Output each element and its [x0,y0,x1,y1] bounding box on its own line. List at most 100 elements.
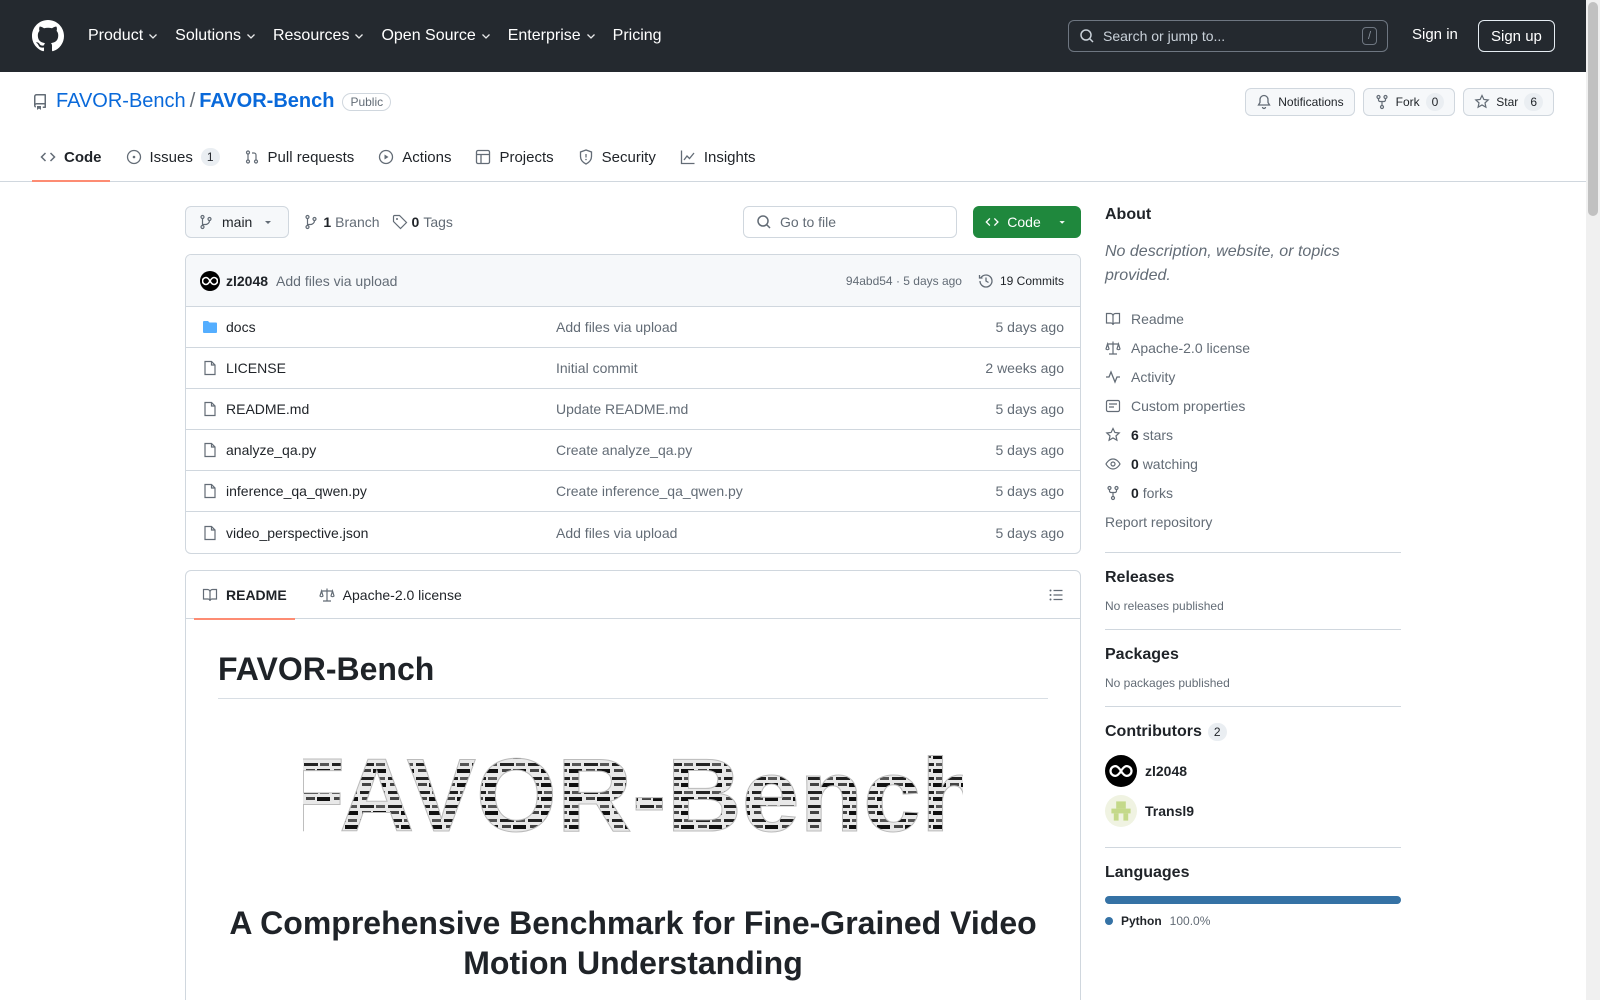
report-repository-link[interactable]: Report repository [1105,507,1401,536]
branch-select-button[interactable]: main [185,206,290,238]
packages-heading[interactable]: Packages [1105,646,1401,664]
stars-link[interactable]: 6 stars [1105,420,1401,449]
notifications-button[interactable]: Notifications [1245,88,1355,116]
file-name[interactable]: LICENSE [226,360,556,376]
tab-pull-requests[interactable]: Pull requests [236,133,363,181]
list-unordered-icon[interactable] [1048,587,1064,603]
language-name: Python [1121,914,1162,928]
branch-icon [200,214,212,230]
file-row[interactable]: docs Add files via upload 5 days ago [186,307,1080,348]
chevron-down-icon [481,34,490,39]
watching-link[interactable]: 0 watching [1105,449,1401,478]
releases-heading[interactable]: Releases [1105,569,1401,587]
eye-icon [1105,457,1121,470]
tab-label: Projects [499,148,554,166]
branch-name: main [222,214,253,230]
code-icon [985,217,999,227]
tab-code[interactable]: Code [32,133,110,182]
shield-icon [579,149,592,165]
nav-pricing[interactable]: Pricing [613,27,662,45]
tab-insights[interactable]: Insights [672,133,764,181]
go-to-file-input[interactable]: Go to file [743,206,957,238]
file-row[interactable]: video_perspective.json Add files via uplo… [186,512,1080,553]
commit-author[interactable]: zl2048 [226,273,268,289]
file-name[interactable]: analyze_qa.py [226,442,556,458]
file-row[interactable]: LICENSE Initial commit 2 weeks ago [186,348,1080,389]
nav-enterprise[interactable]: Enterprise [508,27,597,45]
file-row[interactable]: inference_qa_qwen.py Create inference_qa_… [186,471,1080,512]
file-name[interactable]: docs [226,319,556,335]
nav-open-source[interactable]: Open Source [381,27,491,45]
license-link[interactable]: Apache-2.0 license [1105,333,1401,362]
star-icon [1105,426,1121,441]
sign-up-button[interactable]: Sign up [1478,20,1555,52]
branch-count-link[interactable]: 1 Branch [303,214,380,230]
file-row[interactable]: README.md Update README.md 5 days ago [186,389,1080,430]
link-label: Activity [1131,368,1176,385]
contributor-item[interactable]: Transl9 [1105,791,1401,831]
tab-security[interactable]: Security [570,133,664,181]
tab-label: Code [64,148,102,166]
file-commit-message[interactable]: Create analyze_qa.py [556,442,692,458]
file-row[interactable]: analyze_qa.py Create analyze_qa.py 5 days … [186,430,1080,471]
readme-link[interactable]: Readme [1105,304,1401,333]
file-date: 5 days ago [995,524,1065,541]
commits-link[interactable]: 19 Commits [978,273,1064,289]
global-search-input[interactable]: Search or jump to... / [1068,20,1388,52]
packages-empty: No packages published [1105,676,1230,690]
star-button[interactable]: Star 6 [1463,88,1554,116]
file-name[interactable]: video_perspective.json [226,525,556,541]
file-name[interactable]: README.md [226,401,556,417]
forks-link[interactable]: 0 forks [1105,478,1401,507]
nav-label: Solutions [175,27,241,44]
tab-license[interactable]: Apache-2.0 license [311,571,470,619]
notifications-label: Notifications [1278,95,1344,109]
commit-message[interactable]: Add files via upload [276,273,397,289]
github-logo-icon[interactable] [32,20,64,52]
tab-actions[interactable]: Actions [370,133,459,181]
contributor-item[interactable]: zl2048 [1105,751,1401,791]
fork-button[interactable]: Fork 0 [1362,88,1456,116]
tab-projects[interactable]: Projects [467,133,561,181]
nav-resources[interactable]: Resources [273,27,365,45]
repo-owner-link[interactable]: FAVOR-Bench [56,90,186,113]
readme-title: FAVOR-Bench [218,619,1048,699]
contributors-heading[interactable]: Contributors 2 [1105,723,1401,741]
commits-count: 19 Commits [999,273,1064,288]
tab-issues[interactable]: Issues 1 [118,133,228,181]
latest-commit-bar: zl2048 Add files via upload 94abd54 · 5 … [186,255,1080,307]
nav-solutions[interactable]: Solutions [175,27,257,45]
scrollbar[interactable] [1586,0,1600,1000]
repo-title: FAVOR-Bench / FAVOR-Bench Public [32,90,392,113]
readme-tabs: README Apache-2.0 license [186,571,1080,620]
file-commit-message[interactable]: Add files via upload [556,525,677,541]
book-icon [202,588,218,601]
file-icon [204,401,216,417]
custom-properties-link[interactable]: Custom properties [1105,391,1401,420]
chevron-down-icon [586,34,595,39]
file-name[interactable]: inference_qa_qwen.py [226,483,556,499]
tag-count-link[interactable]: 0 Tags [392,214,453,230]
file-commit-message[interactable]: Create inference_qa_qwen.py [556,483,743,499]
branch-count-label: Branch [335,214,380,230]
code-dropdown-button[interactable]: Code [973,206,1081,238]
file-commit-message[interactable]: Update README.md [556,401,688,417]
sign-in-link[interactable]: Sign in [1412,26,1458,43]
nav-product[interactable]: Product [88,27,159,45]
repo-name-link[interactable]: FAVOR-Bench [199,90,334,113]
commit-hash-time[interactable]: 94abd54 · 5 days ago [846,274,962,288]
file-commit-message[interactable]: Add files via upload [556,319,677,335]
pulse-icon [1106,369,1120,384]
avatar[interactable] [200,270,220,291]
link-label: Apache-2.0 license [1131,339,1251,356]
language-item[interactable]: Python 100.0% [1105,914,1401,928]
readme-content: FAVOR-Bench FAVOR-Bench A Comprehensive … [186,619,1080,983]
readme-subtitle: A Comprehensive Benchmark for Fine-Grain… [229,905,1037,981]
scrollbar-thumb[interactable] [1588,2,1598,216]
file-date: 5 days ago [995,442,1065,458]
tab-readme[interactable]: README [194,571,295,620]
visibility-badge: Public [342,92,392,111]
activity-link[interactable]: Activity [1105,362,1401,391]
play-icon [379,149,394,165]
file-commit-message[interactable]: Initial commit [556,360,638,376]
